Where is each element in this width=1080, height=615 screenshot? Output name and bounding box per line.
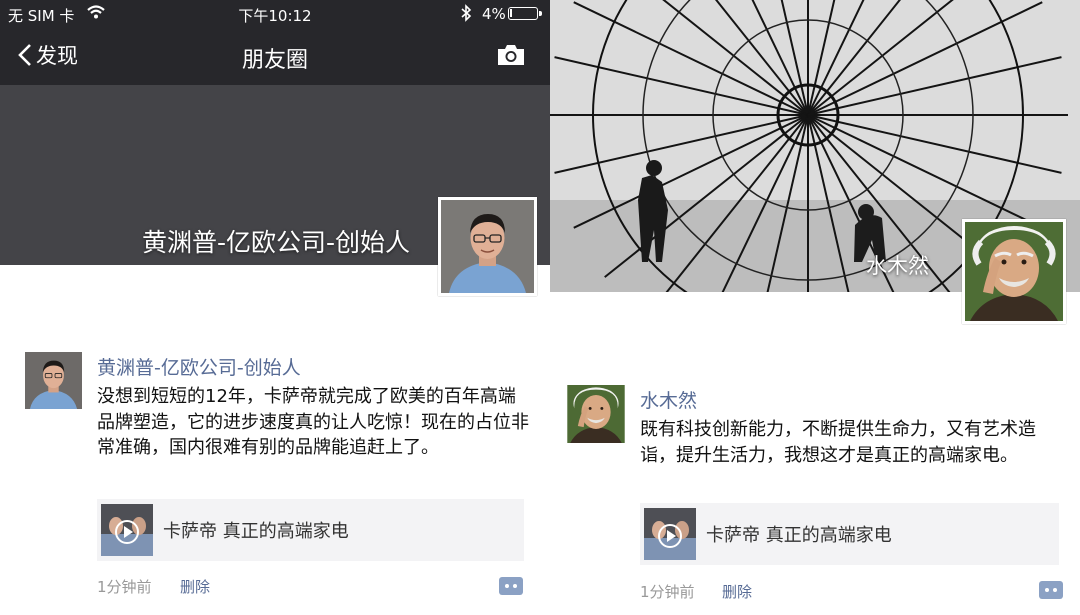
link-thumbnail	[644, 508, 696, 560]
delete-button[interactable]: 删除	[180, 576, 210, 597]
battery-percent: 4%	[482, 5, 506, 23]
camera-icon[interactable]	[496, 43, 526, 71]
right-moments-screen: 水木然 水木然 既有科技创新能力，不断提供生命力，又有艺术造诣，提升生活力，我想…	[550, 0, 1080, 615]
left-moments-screen: 无 SIM 卡 下午10:12 4% 发现 朋友圈 黄渊普-亿欧公司-创始人 黄…	[0, 0, 550, 615]
comment-icon[interactable]	[499, 577, 523, 595]
post-timestamp: 1分钟前	[640, 583, 695, 601]
comment-icon[interactable]	[1039, 581, 1063, 599]
link-title: 卡萨帝 真正的高端家电	[163, 521, 349, 542]
page-title: 朋友圈	[241, 48, 308, 73]
einstein-avatar-image	[965, 222, 1063, 321]
cover-username: 水木然	[866, 254, 929, 278]
profile-avatar[interactable]	[438, 197, 537, 296]
einstein-avatar-image	[567, 385, 625, 443]
battery-icon	[508, 7, 542, 20]
top-bar: 无 SIM 卡 下午10:12 4% 发现 朋友圈	[0, 0, 550, 85]
profile-avatar[interactable]	[962, 219, 1066, 324]
post-text: 既有科技创新能力，不断提供生命力，又有艺术造诣，提升生活力，我想这才是真正的高端…	[640, 419, 1036, 466]
post-author-avatar[interactable]	[567, 385, 625, 443]
post-author-name[interactable]: 水木然	[640, 386, 697, 413]
post-author-avatar[interactable]	[25, 352, 82, 409]
man-avatar-image	[441, 200, 534, 293]
delete-button[interactable]: 删除	[722, 581, 752, 602]
battery-level	[510, 9, 512, 17]
bluetooth-icon	[460, 4, 472, 26]
nav-bar: 发现 朋友圈	[0, 28, 550, 85]
man-avatar-image	[25, 352, 82, 409]
post-timestamp: 1分钟前	[97, 578, 152, 596]
post-text: 没想到短短的12年，卡萨帝就完成了欧美的百年高端品牌塑造，它的进步速度真的让人吃…	[97, 386, 529, 458]
link-title: 卡萨帝 真正的高端家电	[706, 525, 892, 546]
shared-link-card[interactable]: 卡萨帝 真正的高端家电	[97, 499, 524, 561]
link-thumbnail	[101, 504, 153, 556]
cover-username: 黄渊普-亿欧公司-创始人	[141, 228, 410, 257]
shared-link-card[interactable]: 卡萨帝 真正的高端家电	[640, 503, 1059, 565]
post-author-name[interactable]: 黄渊普-亿欧公司-创始人	[97, 353, 301, 380]
status-bar: 无 SIM 卡 下午10:12 4%	[0, 0, 550, 28]
